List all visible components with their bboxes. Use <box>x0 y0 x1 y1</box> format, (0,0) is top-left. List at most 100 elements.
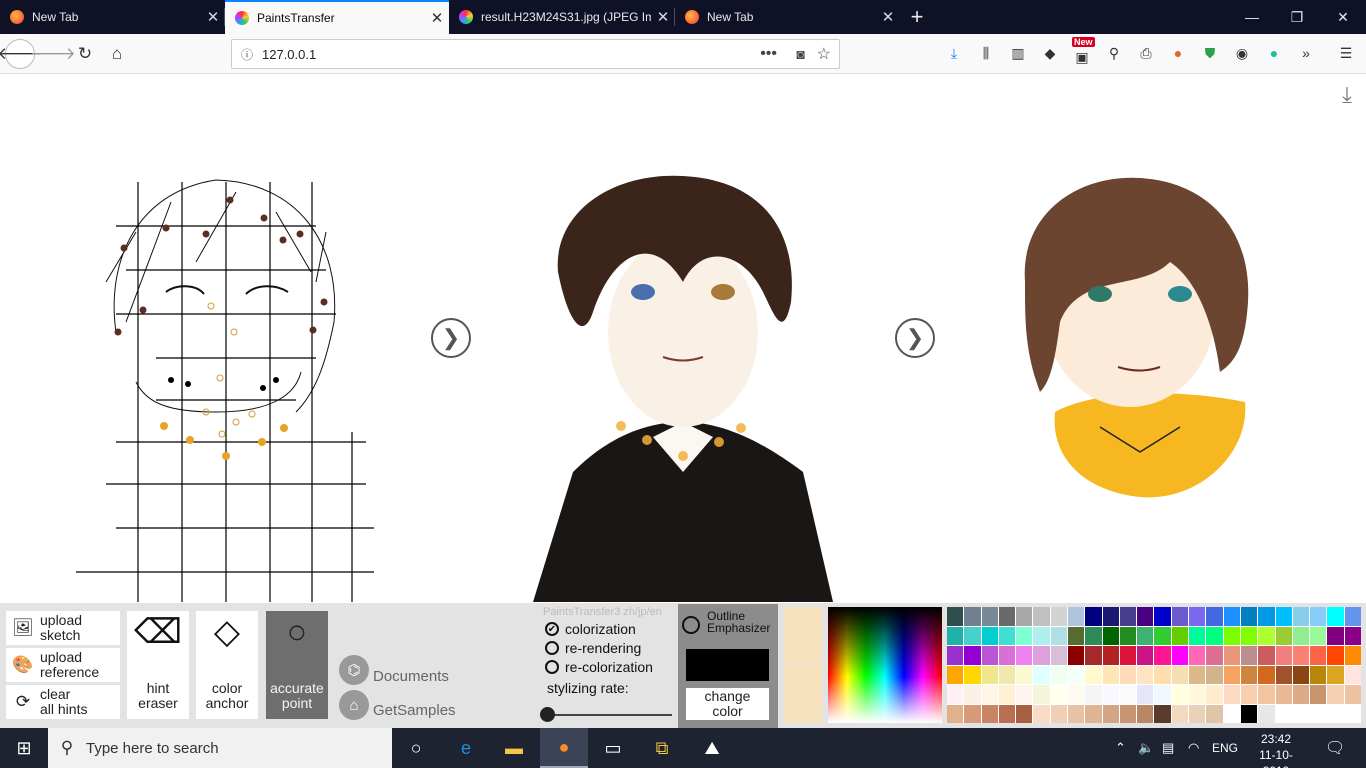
upload-reference-button[interactable]: 🎨 upload reference <box>6 648 120 682</box>
palette-swatch[interactable] <box>1327 685 1344 704</box>
pocket-icon[interactable]: ◙ <box>797 46 805 62</box>
palette-swatch[interactable] <box>1016 665 1033 684</box>
palette-swatch[interactable] <box>1310 646 1327 665</box>
maximize-button[interactable]: ❐ <box>1274 0 1320 34</box>
palette-swatch[interactable] <box>998 626 1016 645</box>
extension-icon[interactable]: ◆ <box>1039 42 1061 64</box>
bookmark-star-icon[interactable]: ☆ <box>817 44 831 64</box>
documents-link[interactable]: ⌬ Documents <box>339 654 449 685</box>
palette-swatch[interactable] <box>1085 607 1102 626</box>
close-tab-icon[interactable]: ✕ <box>201 8 225 26</box>
colorize-arrow-button[interactable]: ❯ <box>431 318 471 358</box>
palette-swatch[interactable] <box>1033 665 1050 684</box>
photos-icon[interactable]: ⛰ <box>688 728 736 768</box>
palette-swatch[interactable] <box>1292 665 1310 684</box>
palette-swatch[interactable] <box>981 646 998 665</box>
palette-swatch[interactable] <box>964 685 981 704</box>
tab-paintstransfer[interactable]: PaintsTransfer ✕ <box>225 0 449 34</box>
palette-swatch[interactable] <box>1171 646 1189 665</box>
python-icon[interactable]: ⧉ <box>638 728 686 768</box>
palette-swatch[interactable] <box>1275 607 1292 626</box>
palette-swatch[interactable] <box>1310 685 1327 704</box>
palette-swatch[interactable] <box>1171 665 1189 684</box>
mode-option-re-colorization[interactable]: re-colorization <box>545 659 675 675</box>
palette-swatch[interactable] <box>1085 704 1102 723</box>
palette-swatch[interactable] <box>998 646 1016 665</box>
tab-result-image[interactable]: result.H23M24S31.jpg (JPEG Im ✕ <box>449 0 675 34</box>
system-clock[interactable]: 23:42 11-10-2019 <box>1249 731 1303 779</box>
tab-new-tab-2[interactable]: New Tab ✕ <box>675 0 900 34</box>
palette-swatch[interactable] <box>1016 704 1033 723</box>
sketch-canvas[interactable] <box>76 172 376 602</box>
palette-swatch[interactable] <box>1240 685 1258 704</box>
overflow-chevron-icon[interactable]: » <box>1295 42 1317 64</box>
palette-swatch[interactable] <box>1016 607 1033 626</box>
close-window-button[interactable]: ✕ <box>1320 0 1366 34</box>
palette-swatch[interactable] <box>1223 704 1240 723</box>
palette-swatch[interactable] <box>1189 685 1206 704</box>
minimize-button[interactable]: — <box>1229 0 1275 34</box>
tab-new-tab-1[interactable]: New Tab ✕ <box>0 0 225 34</box>
network-icon[interactable]: ▤ <box>1162 728 1174 768</box>
palette-swatch[interactable] <box>1327 607 1344 626</box>
outline-toggle-radio[interactable] <box>682 616 700 634</box>
palette-swatch[interactable] <box>1154 685 1171 704</box>
volume-icon[interactable]: 🔈 <box>1138 728 1154 768</box>
new-feature-icon[interactable]: New ▣ <box>1071 37 1095 65</box>
palette-swatch[interactable] <box>1344 607 1361 626</box>
get-samples-link[interactable]: ⌂ GetSamples <box>339 690 456 720</box>
palette-swatch[interactable] <box>1258 626 1275 645</box>
stylizing-rate-handle[interactable] <box>540 707 555 722</box>
palette-swatch[interactable] <box>1344 646 1361 665</box>
palette-swatch[interactable] <box>1033 607 1050 626</box>
palette-swatch[interactable] <box>1292 646 1310 665</box>
palette-swatch[interactable] <box>1154 607 1171 626</box>
task-view-icon[interactable]: ○ <box>392 728 440 768</box>
palette-swatch[interactable] <box>1171 704 1189 723</box>
palette-swatch[interactable] <box>981 607 998 626</box>
color-anchor-button[interactable]: ◇ color anchor <box>196 611 258 719</box>
palette-swatch[interactable] <box>947 704 964 723</box>
palette-swatch[interactable] <box>981 704 998 723</box>
windows-start-icon[interactable]: ⊞ <box>0 728 48 768</box>
palette-swatch[interactable] <box>1258 646 1275 665</box>
color-palette[interactable] <box>947 607 1361 723</box>
palette-swatch[interactable] <box>998 685 1016 704</box>
palette-swatch[interactable] <box>1292 607 1310 626</box>
palette-swatch[interactable] <box>1068 646 1085 665</box>
palette-swatch[interactable] <box>1206 685 1223 704</box>
palette-swatch[interactable] <box>1119 685 1137 704</box>
shield-icon[interactable]: ⛊ <box>1199 42 1221 64</box>
palette-swatch[interactable] <box>1223 607 1240 626</box>
palette-swatch[interactable] <box>998 665 1016 684</box>
palette-swatch[interactable] <box>964 646 981 665</box>
colorized-canvas[interactable] <box>533 172 833 602</box>
palette-swatch[interactable] <box>1068 665 1085 684</box>
reload-button[interactable]: ↻ <box>70 39 100 69</box>
palette-swatch[interactable] <box>1050 607 1068 626</box>
palette-swatch[interactable] <box>1154 704 1171 723</box>
palette-swatch[interactable] <box>1310 626 1327 645</box>
palette-swatch[interactable] <box>1240 665 1258 684</box>
palette-swatch[interactable] <box>1068 607 1085 626</box>
palette-swatch[interactable] <box>981 626 998 645</box>
palette-swatch[interactable] <box>964 626 981 645</box>
palette-swatch[interactable] <box>1050 665 1068 684</box>
palette-swatch[interactable] <box>1292 685 1310 704</box>
palette-swatch[interactable] <box>1189 646 1206 665</box>
palette-swatch[interactable] <box>947 646 964 665</box>
palette-swatch[interactable] <box>1206 704 1223 723</box>
palette-swatch[interactable] <box>947 607 964 626</box>
palette-swatch[interactable] <box>1189 665 1206 684</box>
clear-all-hints-button[interactable]: ⟳ clear all hints <box>6 685 120 719</box>
palette-swatch[interactable] <box>1016 626 1033 645</box>
palette-swatch[interactable] <box>1119 626 1137 645</box>
action-center-icon[interactable]: 🗨 <box>1325 728 1345 768</box>
url-bar[interactable]: ⓘ 127.0.0.1 ••• ◙ ☆ <box>231 39 840 69</box>
palette-swatch[interactable] <box>1275 626 1292 645</box>
library-icon[interactable]: ⫼ <box>975 42 997 64</box>
palette-swatch[interactable] <box>1344 626 1361 645</box>
palette-swatch[interactable] <box>1154 665 1171 684</box>
palette-swatch[interactable] <box>1327 646 1344 665</box>
palette-swatch[interactable] <box>998 704 1016 723</box>
